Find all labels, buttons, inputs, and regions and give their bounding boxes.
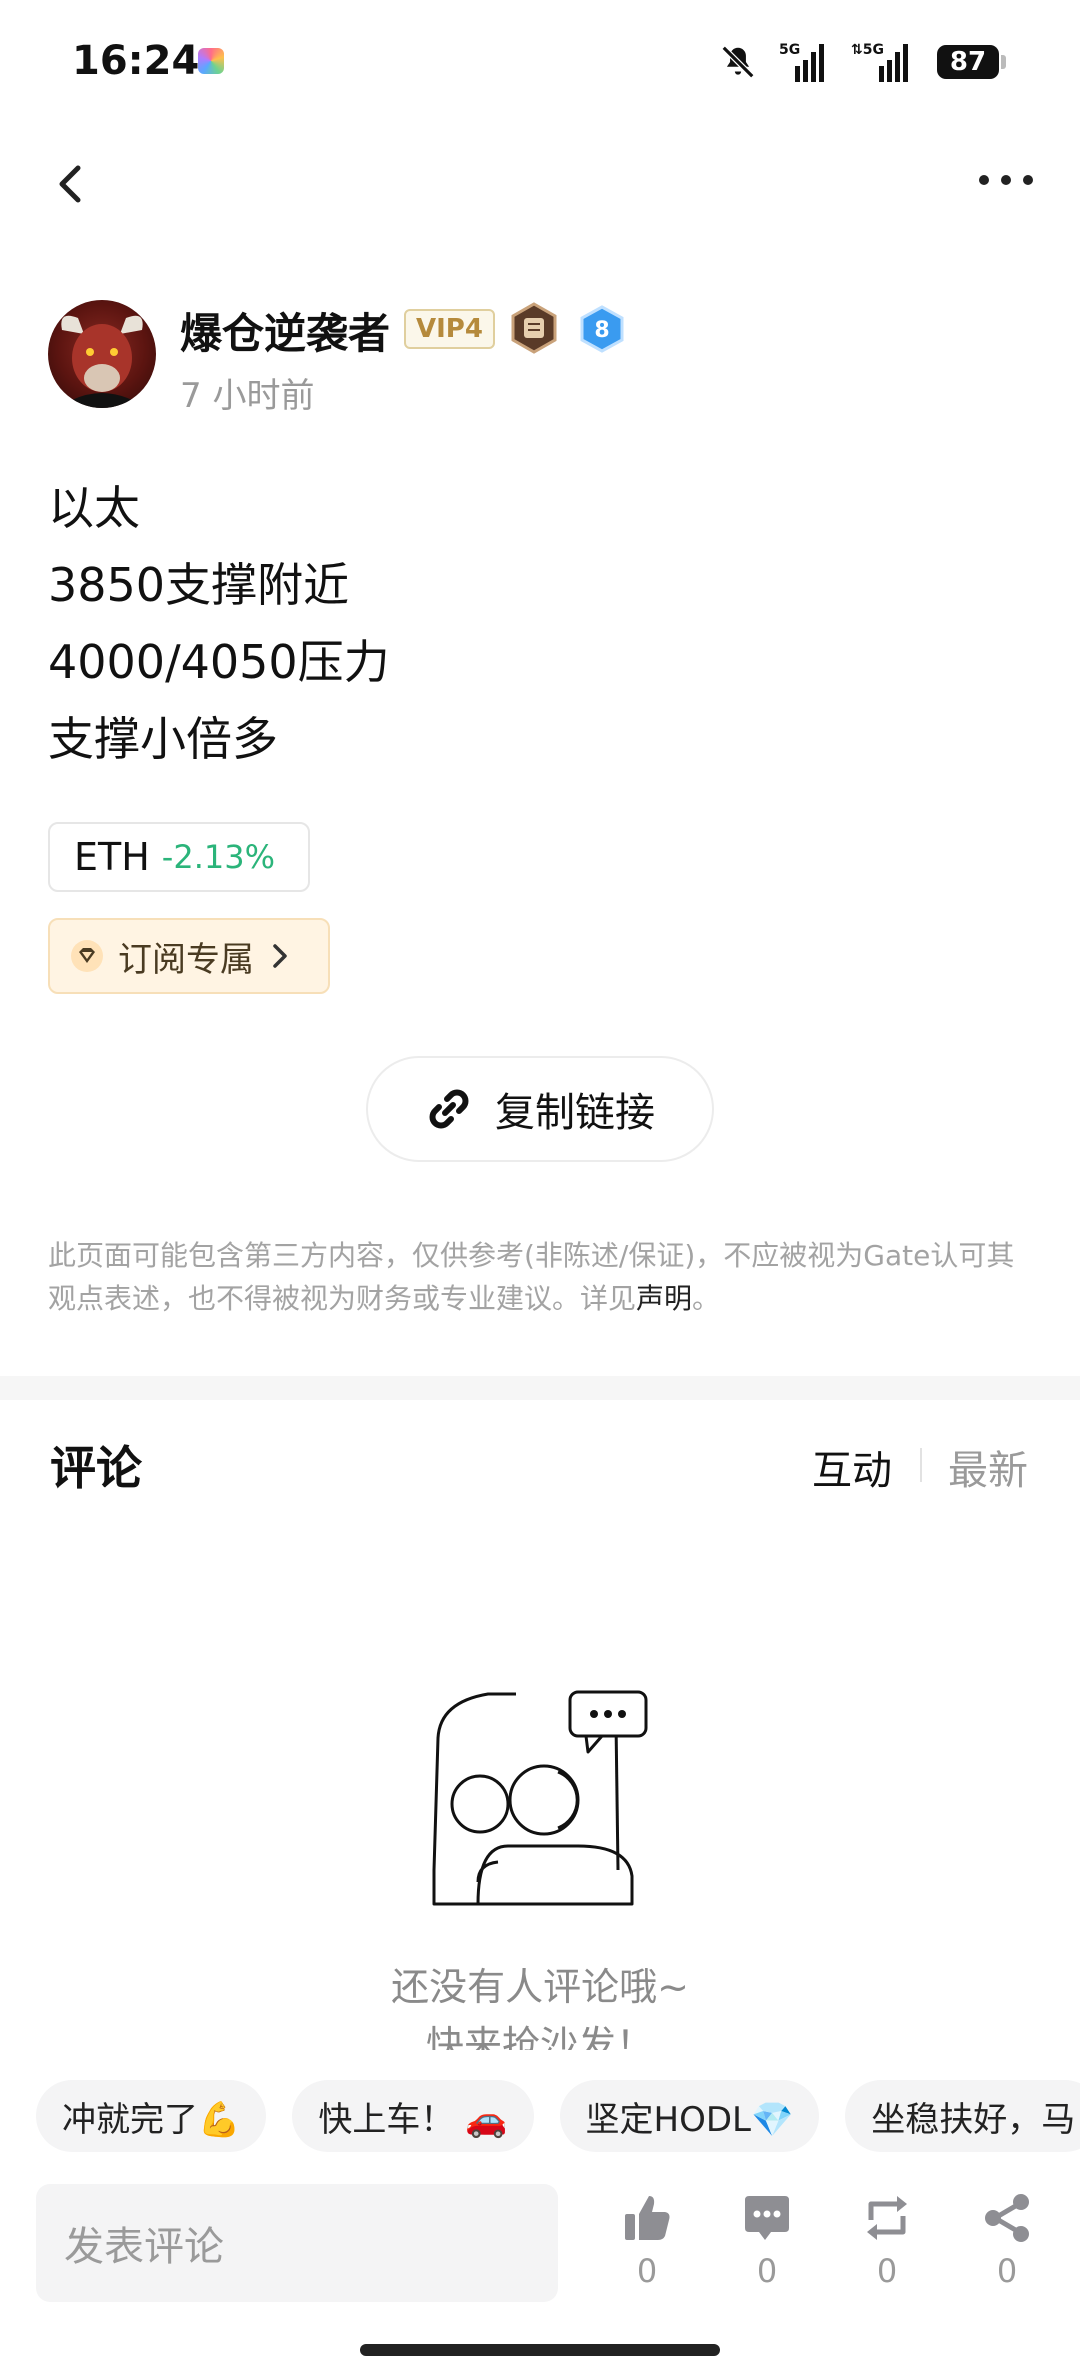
battery-level: 87: [937, 45, 999, 79]
thumbs-up-icon: [625, 2196, 670, 2240]
empty-comments-subtext: 快来抢沙发！: [425, 2023, 654, 2050]
ticker-symbol: ETH: [74, 835, 150, 879]
sort-separator: [920, 1448, 922, 1482]
signal-5g-icon: 5G: [779, 42, 824, 82]
link-icon: [429, 1089, 469, 1129]
sort-tab-latest[interactable]: 最新: [948, 1438, 1028, 1496]
vip-badge: VIP4: [404, 309, 495, 349]
disclaimer: 此页面可能包含第三方内容，仅供参考(非陈述/保证)，不应被视为Gate认可其观点…: [48, 1234, 1032, 1320]
disclaimer-text: 此页面可能包含第三方内容，仅供参考(非陈述/保证)，不应被视为Gate认可其观点…: [48, 1239, 1015, 1315]
svg-text:5G: 5G: [779, 42, 800, 58]
comment-icon: [745, 2196, 789, 2240]
post-content: 以太 3850支撑附近 4000/4050压力 支撑小倍多: [48, 470, 390, 778]
like-button[interactable]: 0: [612, 2192, 682, 2290]
app-icon: [198, 48, 224, 74]
sort-tab-interactive[interactable]: 互动: [812, 1438, 892, 1496]
signal-5g-icon: ⇅5G: [851, 42, 908, 82]
repost-count: 0: [876, 2252, 898, 2290]
comment-input-placeholder: 发表评论: [64, 2224, 224, 2270]
quick-reply-chip[interactable]: 坐稳扶好，马: [845, 2080, 1080, 2152]
comment-count: 0: [756, 2252, 778, 2290]
quick-reply-chip[interactable]: 冲就完了💪: [36, 2080, 267, 2152]
repost-icon: [867, 2196, 907, 2240]
quick-reply-chip[interactable]: 坚定HODL💎: [559, 2080, 820, 2152]
comments-title: 评论: [50, 1441, 142, 1495]
battery-icon: 87: [937, 45, 1006, 79]
svg-text:⇅5G: ⇅5G: [851, 42, 884, 58]
comment-button[interactable]: 0: [732, 2192, 802, 2290]
copy-link-label: 复制链接: [495, 1090, 655, 1136]
subscription-label: 订阅专属: [118, 939, 254, 980]
level-number: 8: [594, 318, 609, 343]
ticker-tag[interactable]: ETH -2.13%: [48, 822, 310, 892]
quick-reply-chips: 冲就完了💪 快上车！ 🚗 坚定HODL💎 坐稳扶好，马: [36, 2080, 1080, 2152]
copy-link-button[interactable]: 复制链接: [366, 1056, 714, 1162]
subscription-button[interactable]: 订阅专属: [48, 918, 330, 994]
author-avatar[interactable]: [48, 300, 156, 408]
medal-badge-icon: [511, 302, 557, 354]
status-time: 16:24: [72, 38, 200, 84]
empty-comments-text: 还没有人评论哦~: [391, 1965, 689, 2009]
post-line: 3850支撑附近: [48, 558, 350, 612]
post-line: 以太: [48, 481, 140, 535]
back-chevron-left-icon[interactable]: [48, 160, 96, 208]
section-divider: [0, 1376, 1080, 1400]
level-badge: 8: [578, 305, 626, 353]
home-indicator[interactable]: [360, 2344, 720, 2356]
disclaimer-link[interactable]: 声明: [636, 1282, 692, 1315]
quick-reply-chip[interactable]: 快上车！ 🚗: [292, 2080, 534, 2152]
post-line: 支撑小倍多: [48, 712, 278, 766]
bull-avatar-icon: [61, 315, 143, 408]
level-hexagon-icon: 8: [580, 305, 624, 353]
share-count: 0: [996, 2252, 1018, 2290]
repost-button[interactable]: 0: [852, 2192, 922, 2290]
post-time: 7 小时前: [180, 376, 315, 416]
more-dots-icon[interactable]: [976, 170, 1036, 190]
share-button[interactable]: 0: [972, 2192, 1042, 2290]
status-icons: 5G ⇅5G 87: [719, 40, 1006, 84]
diamond-icon: [71, 940, 103, 972]
chevron-right-icon: [273, 944, 287, 968]
mute-icon: [721, 45, 755, 79]
like-count: 0: [636, 2252, 658, 2290]
empty-comments-illustration-icon: [432, 1690, 648, 1906]
ticker-change: -2.13%: [161, 838, 275, 876]
share-icon: [985, 2194, 1029, 2242]
comment-input[interactable]: 发表评论: [36, 2184, 558, 2302]
author-name[interactable]: 爆仓逆袭者: [180, 300, 390, 361]
post-line: 4000/4050压力: [48, 635, 390, 689]
disclaimer-end: 。: [692, 1282, 721, 1315]
